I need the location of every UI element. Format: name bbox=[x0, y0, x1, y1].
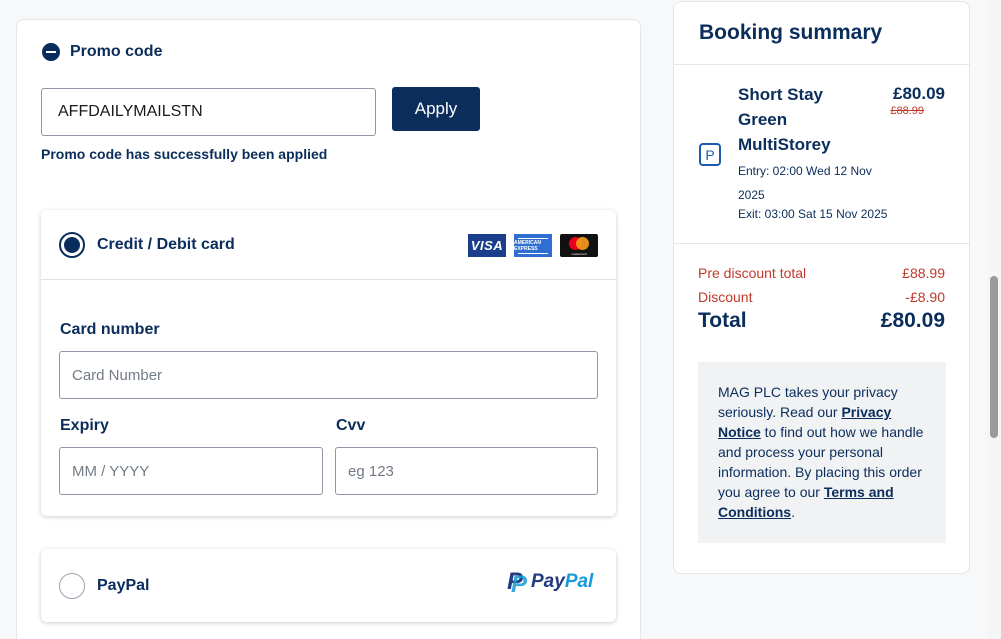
pre-discount-row: Pre discount total £88.99 bbox=[698, 265, 945, 281]
parking-icon: P bbox=[699, 143, 721, 166]
privacy-notice-box: MAG PLC takes your privacy seriously. Re… bbox=[698, 362, 946, 543]
discount-label: Discount bbox=[698, 289, 753, 305]
amex-logo: AMERICAN EXPRESS bbox=[514, 234, 552, 257]
booking-summary: Booking summary P Short Stay Green Multi… bbox=[673, 1, 970, 574]
total-row: Total £80.09 bbox=[698, 309, 945, 333]
expiry-input[interactable] bbox=[59, 447, 323, 495]
promo-code-input[interactable] bbox=[41, 88, 376, 136]
discount-row: Discount -£8.90 bbox=[698, 289, 945, 305]
cvv-label: Cvv bbox=[336, 417, 366, 434]
divider bbox=[674, 243, 969, 244]
product-price: £80.09 bbox=[893, 84, 945, 103]
mastercard-logo: mastercard bbox=[560, 234, 598, 257]
card-payment-header[interactable]: Credit / Debit card VISA AMERICAN EXPRES… bbox=[41, 210, 616, 280]
promo-code-title: Promo code bbox=[70, 43, 163, 60]
paypal-method-label: PayPal bbox=[97, 577, 150, 594]
card-number-label: Card number bbox=[60, 321, 160, 338]
card-payment-panel: Credit / Debit card VISA AMERICAN EXPRES… bbox=[41, 210, 616, 516]
apply-button[interactable]: Apply bbox=[392, 87, 480, 131]
divider bbox=[674, 64, 969, 65]
expiry-label: Expiry bbox=[60, 417, 109, 434]
booking-summary-title: Booking summary bbox=[699, 21, 883, 44]
product-name: Short Stay Green MultiStorey bbox=[738, 85, 831, 154]
paypal-payment-panel[interactable]: PayPal PP PayPal bbox=[41, 549, 616, 622]
minus-circle-icon[interactable] bbox=[42, 43, 60, 61]
paypal-radio-button[interactable] bbox=[59, 573, 85, 599]
card-number-input[interactable] bbox=[59, 351, 598, 399]
promo-code-toggle[interactable]: Promo code bbox=[42, 43, 162, 61]
total-label: Total bbox=[698, 309, 747, 332]
card-method-label: Credit / Debit card bbox=[97, 236, 235, 253]
discount-value: -£8.90 bbox=[905, 289, 945, 305]
exit-time: Exit: 03:00 Sat 15 Nov 2025 bbox=[738, 207, 888, 221]
card-radio-button[interactable] bbox=[59, 232, 85, 258]
scrollbar-thumb[interactable] bbox=[990, 276, 998, 438]
product-original-price: £88.99 bbox=[890, 105, 924, 117]
paypal-p-icon: PP bbox=[507, 568, 528, 598]
promo-success-message: Promo code has successfully been applied bbox=[41, 146, 328, 162]
visa-logo: VISA bbox=[468, 234, 506, 257]
privacy-text: . bbox=[791, 504, 795, 520]
cvv-input[interactable] bbox=[335, 447, 598, 495]
pre-discount-value: £88.99 bbox=[902, 265, 945, 281]
total-value: £80.09 bbox=[880, 309, 945, 332]
paypal-logo: PP PayPal bbox=[507, 568, 594, 598]
pre-discount-label: Pre discount total bbox=[698, 265, 807, 281]
entry-time: Entry: 02:00 Wed 12 Nov 2025 bbox=[738, 164, 872, 202]
